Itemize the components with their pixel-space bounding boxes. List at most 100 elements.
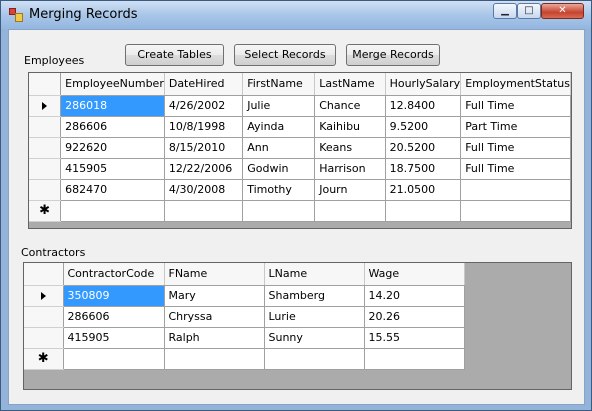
window-title: Merging Records [29,7,138,22]
table-cell[interactable]: Full Time [460,158,571,180]
table-cell[interactable]: 415905 [60,158,165,180]
current-row-arrow-icon [40,292,46,300]
row-header[interactable] [29,95,62,117]
table-cell[interactable]: Timothy [242,179,316,201]
table-cell[interactable]: 682470 [60,179,165,201]
employees-header-row: EmployeeNumber DateHired FirstName LastN… [29,73,571,96]
merge-records-button[interactable]: Merge Records [346,44,440,66]
table-cell[interactable]: 18.7500 [385,158,462,180]
close-button[interactable]: ✕ [541,3,584,19]
table-cell[interactable]: 286018 [60,95,165,117]
row-header[interactable] [24,327,64,349]
table-cell[interactable]: 15.55 [364,327,465,349]
table-cell[interactable] [364,348,465,370]
table-cell[interactable] [264,348,365,370]
row-header[interactable] [24,285,64,307]
employees-grid[interactable]: EmployeeNumber DateHired FirstName LastN… [28,72,572,229]
new-row[interactable]: ✱ [29,200,571,222]
table-cell[interactable]: 286606 [63,306,165,328]
table-cell[interactable]: 350809 [63,285,165,307]
row-header-corner [29,73,62,96]
title-bar[interactable]: Merging Records ▁ □ ✕ [1,1,591,29]
table-cell[interactable]: Chance [314,95,386,117]
table-cell[interactable]: 20.26 [364,306,465,328]
table-cell[interactable] [242,200,316,222]
table-cell[interactable]: 8/15/2010 [164,137,244,159]
table-cell[interactable]: 922620 [60,137,165,159]
table-cell[interactable]: 4/30/2008 [164,179,244,201]
table-row[interactable]: 682470 4/30/2008 Timothy Journ 21.0500 [29,179,571,201]
table-cell[interactable]: Ayinda [242,116,316,138]
contractors-label: Contractors [21,246,86,259]
table-cell[interactable] [385,200,462,222]
table-cell[interactable] [60,200,165,222]
row-header[interactable] [29,158,62,180]
new-row-star-icon: ✱ [37,351,49,366]
table-cell[interactable]: 14.20 [364,285,465,307]
table-cell[interactable]: Harrison [314,158,386,180]
minimize-button[interactable]: ▁ [493,3,517,19]
column-header[interactable]: LastName [314,73,386,96]
window: Merging Records ▁ □ ✕ Employees Create T… [0,0,592,411]
table-cell[interactable]: Keans [314,137,386,159]
contractors-grid[interactable]: ContractorCode FName LName Wage 350809 M… [23,262,572,390]
table-row[interactable]: 286606 10/8/1998 Ayinda Kaihibu 9.5200 P… [29,116,571,138]
table-cell[interactable]: 20.5200 [385,137,462,159]
column-header[interactable]: FName [164,263,265,286]
column-header[interactable]: FirstName [242,73,316,96]
table-cell[interactable]: Lurie [264,306,365,328]
row-header[interactable]: ✱ [29,200,62,222]
column-header[interactable]: EmployeeNumber [60,73,165,96]
table-cell[interactable]: 21.0500 [385,179,462,201]
column-header[interactable]: Wage [364,263,465,286]
table-cell[interactable]: Ralph [164,327,265,349]
table-cell[interactable]: 286606 [60,116,165,138]
table-cell[interactable]: Shamberg [264,285,365,307]
column-header[interactable]: DateHired [164,73,244,96]
table-cell[interactable]: Full Time [460,95,571,117]
table-cell[interactable]: Part Time [460,116,571,138]
table-cell[interactable]: 4/26/2002 [164,95,244,117]
table-cell[interactable]: 415905 [63,327,165,349]
table-row[interactable]: 415905 12/22/2006 Godwin Harrison 18.750… [29,158,571,180]
contractors-header-row: ContractorCode FName LName Wage [24,263,465,286]
table-cell[interactable]: 9.5200 [385,116,462,138]
table-cell[interactable] [164,348,265,370]
table-cell[interactable] [63,348,165,370]
row-header[interactable] [29,179,62,201]
table-cell[interactable]: 12/22/2006 [164,158,244,180]
table-row[interactable]: 415905 Ralph Sunny 15.55 [24,327,465,349]
table-cell[interactable]: Ann [242,137,316,159]
table-cell[interactable]: 12.8400 [385,95,462,117]
row-header[interactable] [29,137,62,159]
table-row[interactable]: 350809 Mary Shamberg 14.20 [24,285,465,307]
column-header[interactable]: EmploymentStatus [460,73,571,96]
row-header[interactable] [24,306,64,328]
table-cell[interactable]: Chryssa [164,306,265,328]
select-records-button[interactable]: Select Records [234,44,336,66]
table-cell[interactable]: Godwin [242,158,316,180]
row-header[interactable]: ✱ [24,348,64,370]
maximize-button[interactable]: □ [517,3,541,19]
table-cell[interactable] [460,200,571,222]
column-header[interactable]: ContractorCode [63,263,165,286]
column-header[interactable]: HourlySalary [385,73,462,96]
table-row[interactable]: 286606 Chryssa Lurie 20.26 [24,306,465,328]
table-cell[interactable]: Julie [242,95,316,117]
table-cell[interactable]: Sunny [264,327,365,349]
column-header[interactable]: LName [264,263,365,286]
table-cell[interactable]: Journ [314,179,386,201]
create-tables-button[interactable]: Create Tables [125,44,224,66]
table-row[interactable]: 922620 8/15/2010 Ann Keans 20.5200 Full … [29,137,571,159]
current-row-arrow-icon [42,102,48,110]
table-cell[interactable]: Mary [164,285,265,307]
new-row[interactable]: ✱ [24,348,465,370]
table-cell[interactable]: 10/8/1998 [164,116,244,138]
row-header[interactable] [29,116,62,138]
table-cell[interactable]: Kaihibu [314,116,386,138]
table-cell[interactable] [460,179,571,201]
table-cell[interactable] [314,200,386,222]
table-cell[interactable] [164,200,244,222]
table-row[interactable]: 286018 4/26/2002 Julie Chance 12.8400 Fu… [29,95,571,117]
table-cell[interactable]: Full Time [460,137,571,159]
